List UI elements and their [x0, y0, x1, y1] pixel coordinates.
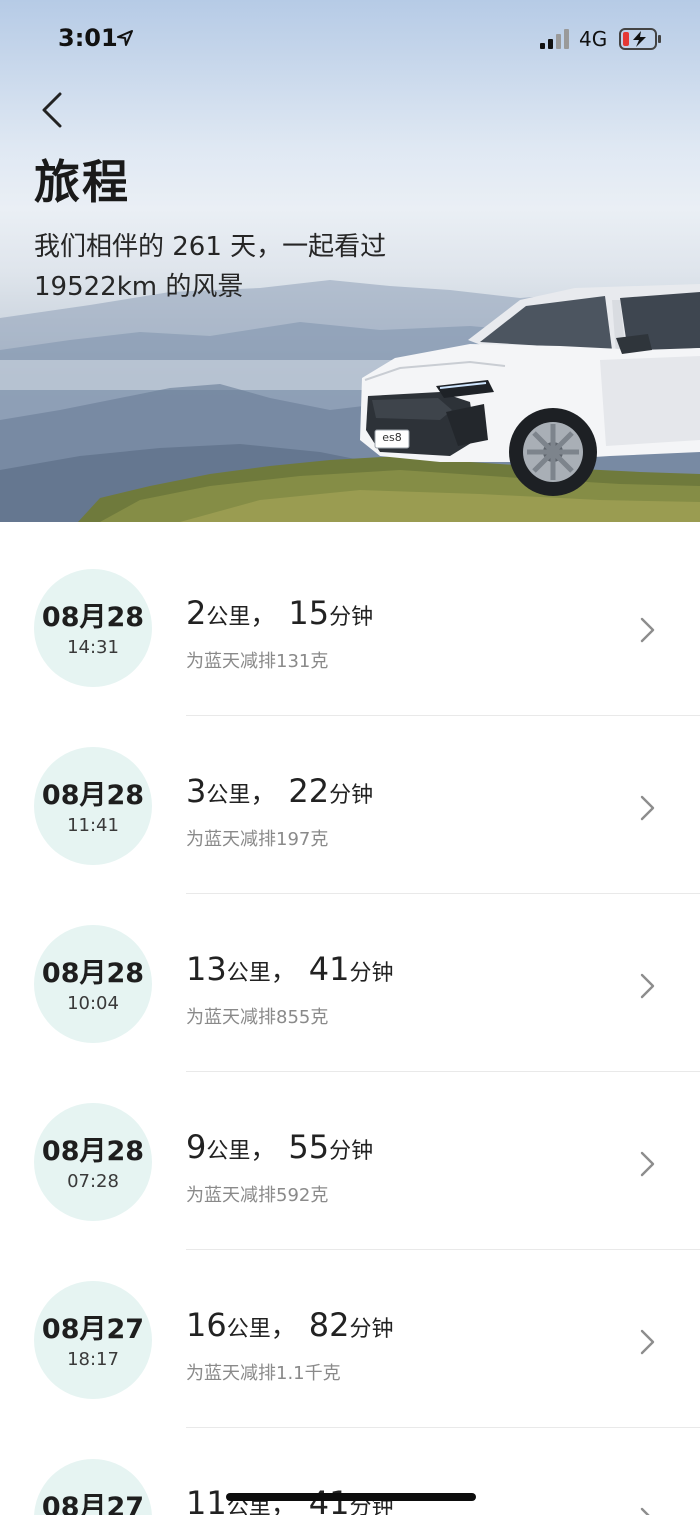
trip-duration: 41: [308, 950, 350, 988]
trip-row[interactable]: 08月28 11:41 3公里， 22分钟 为蓝天减排197克: [0, 700, 700, 894]
trip-date: 08月28: [41, 602, 145, 633]
trip-summary: 2公里， 15分钟: [186, 594, 373, 632]
emission-saving: 为蓝天减排131克: [186, 651, 329, 672]
hero-banner: es8 3:01 4G 旅程 我们相伴的 261 天，一起看过 19522km …: [0, 0, 700, 522]
trip-row[interactable]: 08月28 10:04 13公里， 41分钟 为蓝天减排855克: [0, 878, 700, 1072]
page-title: 旅程: [34, 155, 130, 209]
trip-list: 08月28 14:31 2公里， 15分钟 为蓝天减排131克 08月28 11:…: [0, 522, 700, 1515]
trip-summary: 9公里， 55分钟: [186, 1128, 373, 1166]
trip-duration: 55: [288, 1128, 330, 1166]
back-button[interactable]: [36, 88, 72, 132]
trip-time: 11:41: [67, 815, 119, 836]
distance-unit: 公里: [226, 961, 271, 986]
trip-date: 08月27: [41, 1314, 145, 1345]
date-badge: 08月27 18:17: [34, 1281, 152, 1399]
duration-unit: 分钟: [329, 605, 374, 630]
trip-time: 10:04: [67, 993, 119, 1014]
trip-time: 18:17: [67, 1349, 119, 1370]
trip-date: 08月27: [41, 1492, 145, 1515]
trip-distance: 9: [186, 1128, 207, 1166]
duration-unit: 分钟: [329, 783, 374, 808]
distance-unit: 公里: [206, 783, 251, 808]
separator: ，: [250, 601, 277, 631]
separator: ，: [270, 957, 297, 987]
emission-saving: 为蓝天减排855克: [186, 1007, 329, 1028]
signal-bars-icon: [540, 29, 569, 49]
chevron-right-icon[interactable]: [638, 1150, 658, 1178]
duration-unit: 分钟: [349, 961, 394, 986]
trip-row[interactable]: 08月28 14:31 2公里， 15分钟 为蓝天减排131克: [0, 522, 700, 716]
status-time: 3:01: [58, 24, 118, 52]
separator: ，: [250, 1135, 277, 1165]
location-arrow-icon: [117, 30, 133, 46]
trip-duration: 22: [288, 772, 330, 810]
trip-date: 08月28: [41, 958, 145, 989]
trip-date: 08月28: [41, 1136, 145, 1167]
separator: ，: [250, 779, 277, 809]
separator: ，: [270, 1313, 297, 1343]
chevron-right-icon[interactable]: [638, 794, 658, 822]
trip-date: 08月28: [41, 780, 145, 811]
trip-summary: 3公里， 22分钟: [186, 772, 373, 810]
trip-distance: 3: [186, 772, 207, 810]
subtitle-days: 我们相伴的 261 天，一起看过: [34, 232, 387, 262]
home-indicator[interactable]: [226, 1493, 476, 1501]
network-type: 4G: [579, 27, 608, 51]
distance-unit: 公里: [206, 1139, 251, 1164]
emission-saving: 为蓝天减排592克: [186, 1185, 329, 1206]
emission-saving: 为蓝天减排1.1千克: [186, 1363, 341, 1384]
date-badge: 08月28 11:41: [34, 747, 152, 865]
trip-time: 07:28: [67, 1171, 119, 1192]
date-badge: 08月28 14:31: [34, 569, 152, 687]
trip-summary: 16公里， 82分钟: [186, 1306, 393, 1344]
trip-summary: 13公里， 41分钟: [186, 950, 393, 988]
trip-duration: 82: [308, 1306, 350, 1344]
chevron-right-icon[interactable]: [638, 1506, 658, 1515]
trip-row[interactable]: 08月28 07:28 9公里， 55分钟 为蓝天减排592克: [0, 1056, 700, 1250]
trip-row[interactable]: 08月27 18:17 16公里， 82分钟 为蓝天减排1.1千克: [0, 1234, 700, 1428]
trip-distance: 11: [186, 1484, 227, 1515]
trip-history-screen: es8 3:01 4G 旅程 我们相伴的 261 天，一起看过 19522km …: [0, 0, 700, 1515]
car-plate-label: es8: [382, 431, 402, 444]
chevron-right-icon[interactable]: [638, 616, 658, 644]
chevron-right-icon[interactable]: [638, 1328, 658, 1356]
trip-distance: 2: [186, 594, 207, 632]
date-badge: 08月28 10:04: [34, 925, 152, 1043]
trip-time: 14:31: [67, 637, 119, 658]
trip-duration: 15: [288, 594, 330, 632]
chevron-right-icon[interactable]: [638, 972, 658, 1000]
duration-unit: 分钟: [329, 1139, 374, 1164]
distance-unit: 公里: [206, 605, 251, 630]
emission-saving: 为蓝天减排197克: [186, 829, 329, 850]
date-badge: 08月27: [34, 1459, 152, 1515]
date-badge: 08月28 07:28: [34, 1103, 152, 1221]
trip-distance: 16: [186, 1306, 227, 1344]
duration-unit: 分钟: [349, 1317, 394, 1342]
trip-distance: 13: [186, 950, 227, 988]
distance-unit: 公里: [226, 1317, 271, 1342]
subtitle-distance: 19522km 的风景: [34, 272, 244, 302]
battery-charging-icon: [619, 28, 661, 50]
